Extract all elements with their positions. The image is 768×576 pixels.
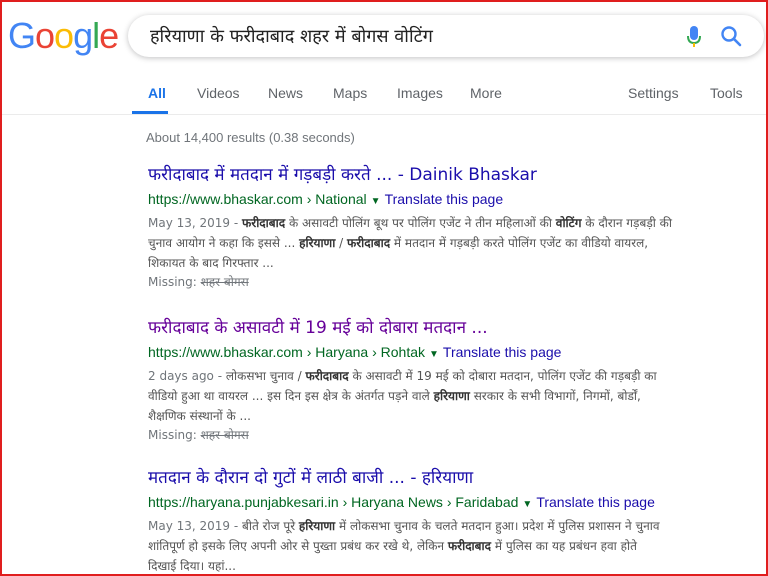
result-date: 2 days ago - [148, 369, 226, 383]
dropdown-arrow-icon[interactable]: ▼ [429, 345, 439, 365]
snippet-line: May 13, 2019 - फरीदाबाद के असावटी पोलिंग… [148, 213, 760, 233]
snippet-text: बीते रोज पूरे [242, 519, 299, 533]
translate-link[interactable]: Translate this page [536, 494, 655, 510]
snippet-line: शांतिपूर्ण हो इसके लिए अपनी ओर से पुख्ता… [148, 536, 760, 556]
snippet-text: शिकायत के बाद गिरफ्तार ... [148, 256, 274, 270]
google-logo[interactable]: Google [8, 15, 119, 56]
search-result: मतदान के दौरान दो गुटों में लाठी बाजी ..… [148, 466, 760, 574]
snippet-line: शिकायत के बाद गिरफ्तार ... [148, 253, 760, 273]
search-result: फरीदाबाद के असावटी में 19 मई को दोबारा म… [148, 316, 760, 445]
tab-more[interactable]: More [470, 85, 502, 114]
logo-letter: G [8, 15, 36, 56]
result-snippet: May 13, 2019 - फरीदाबाद के असावटी पोलिंग… [148, 213, 760, 273]
snippet-text: के असावटी में 19 मई को दोबारा मतदान, पोल… [348, 369, 657, 383]
search-result: फरीदाबाद में मतदान में गड़बड़ी करते ... … [148, 163, 760, 292]
search-box[interactable]: हरियाणा के फरीदाबाद शहर में बोगस वोटिंग [128, 15, 764, 57]
tab-images[interactable]: Images [397, 85, 443, 114]
result-url: https://www.bhaskar.com › Haryana › Roht… [148, 342, 760, 365]
snippet-text: सरकार के सभी विभागों, निगमों, बोर्डों, [469, 389, 641, 403]
result-url: https://haryana.punjabkesari.in › Haryan… [148, 492, 760, 515]
snippet-bold: फरीदाबाद [347, 236, 391, 250]
search-input[interactable]: हरियाणा के फरीदाबाद शहर में बोगस वोटिंग [150, 24, 433, 48]
result-url: https://www.bhaskar.com › National ▼ Trans… [148, 189, 760, 212]
missing-terms-text: शहर बोगस [200, 428, 249, 442]
logo-letter: o [54, 15, 74, 56]
tab-all[interactable]: All [132, 85, 168, 114]
result-url-text[interactable]: https://haryana.punjabkesari.in › Haryan… [148, 494, 518, 510]
result-snippet: May 13, 2019 - बीते रोज पूरे हरियाणा में… [148, 516, 760, 574]
screenshot-frame: Google हरियाणा के फरीदाबाद शहर में बोगस … [0, 0, 768, 576]
logo-letter: g [73, 15, 93, 56]
translate-link[interactable]: Translate this page [443, 344, 562, 360]
snippet-bold: हरियाणा [298, 519, 336, 533]
snippet-bold: हरियाणा [299, 236, 336, 250]
snippet-line: चुनाव आयोग ने कहा कि इससे ... हरियाणा / … [148, 233, 760, 253]
snippet-line: 2 days ago - लोकसभा चुनाव / फरीदाबाद के … [148, 366, 760, 386]
result-url-text[interactable]: https://www.bhaskar.com › National [148, 191, 367, 207]
result-snippet: 2 days ago - लोकसभा चुनाव / फरीदाबाद के … [148, 366, 760, 426]
result-date: May 13, 2019 - [148, 216, 243, 230]
result-url-text[interactable]: https://www.bhaskar.com › Haryana › Roht… [148, 344, 425, 360]
tabs-divider [2, 114, 766, 115]
missing-terms-text: शहर बोगस [200, 275, 249, 289]
snippet-text: में मतदान में गड़बड़ी करते पोलिंग एजेंट … [390, 236, 649, 250]
tab-maps[interactable]: Maps [333, 85, 367, 114]
snippet-text: शांतिपूर्ण हो इसके लिए अपनी ओर से पुख्ता… [148, 539, 448, 553]
snippet-text: में लोकसभा चुनाव के चलते मतदान हुआ। प्रद… [335, 519, 660, 533]
snippet-bold: वोटिंग [555, 216, 582, 230]
translate-link[interactable]: Translate this page [385, 191, 504, 207]
snippet-text: / [335, 236, 348, 250]
snippet-bold: फरीदाबाद [242, 216, 286, 230]
missing-terms: Missing: शहर बोगस [148, 273, 760, 292]
snippet-bold: फरीदाबाद [305, 369, 349, 383]
dropdown-arrow-icon[interactable]: ▼ [371, 192, 381, 212]
tab-tools[interactable]: Tools [710, 85, 743, 114]
result-title-link[interactable]: फरीदाबाद के असावटी में 19 मई को दोबारा म… [148, 316, 760, 340]
snippet-bold: फरीदाबाद [447, 539, 492, 553]
snippet-bold: हरियाणा [433, 389, 470, 403]
tab-settings[interactable]: Settings [628, 85, 679, 114]
search-tabs: All Videos News Maps Images More Setting… [2, 82, 766, 114]
snippet-text: के दौरान गड़बड़ी की [581, 216, 672, 230]
result-title-link[interactable]: मतदान के दौरान दो गुटों में लाठी बाजी ..… [148, 466, 760, 490]
result-date: May 13, 2019 - [148, 519, 243, 533]
snippet-text: दिखाई दिया। यहां... [148, 559, 236, 573]
missing-label: Missing: [148, 428, 201, 442]
result-stats: About 14,400 results (0.38 seconds) [146, 130, 355, 145]
missing-label: Missing: [148, 275, 201, 289]
snippet-text: के असावटी पोलिंग बूथ पर पोलिंग एजेंट ने … [285, 216, 556, 230]
tab-videos[interactable]: Videos [197, 85, 240, 114]
logo-letter: o [35, 15, 55, 56]
search-icon[interactable] [720, 25, 742, 47]
snippet-text: वीडियो हुआ था वायरल ... इस दिन इस क्षेत्… [148, 389, 434, 403]
missing-terms: Missing: शहर बोगस [148, 426, 760, 445]
microphone-icon[interactable] [686, 25, 702, 49]
snippet-text: में पुलिस का यह प्रबंधन हवा होते [491, 539, 637, 553]
snippet-line: वीडियो हुआ था वायरल ... इस दिन इस क्षेत्… [148, 386, 760, 406]
dropdown-arrow-icon[interactable]: ▼ [522, 495, 532, 515]
logo-letter: e [99, 15, 119, 56]
snippet-text: शैक्षणिक संस्थानों के ... [148, 409, 251, 423]
tab-news[interactable]: News [268, 85, 303, 114]
snippet-line: दिखाई दिया। यहां... [148, 556, 760, 574]
snippet-line: शैक्षणिक संस्थानों के ... [148, 406, 760, 426]
snippet-line: May 13, 2019 - बीते रोज पूरे हरियाणा में… [148, 516, 760, 536]
snippet-text: लोकसभा चुनाव / [225, 369, 306, 383]
snippet-text: चुनाव आयोग ने कहा कि इससे ... [148, 236, 300, 250]
result-title-link[interactable]: फरीदाबाद में मतदान में गड़बड़ी करते ... … [148, 163, 760, 187]
